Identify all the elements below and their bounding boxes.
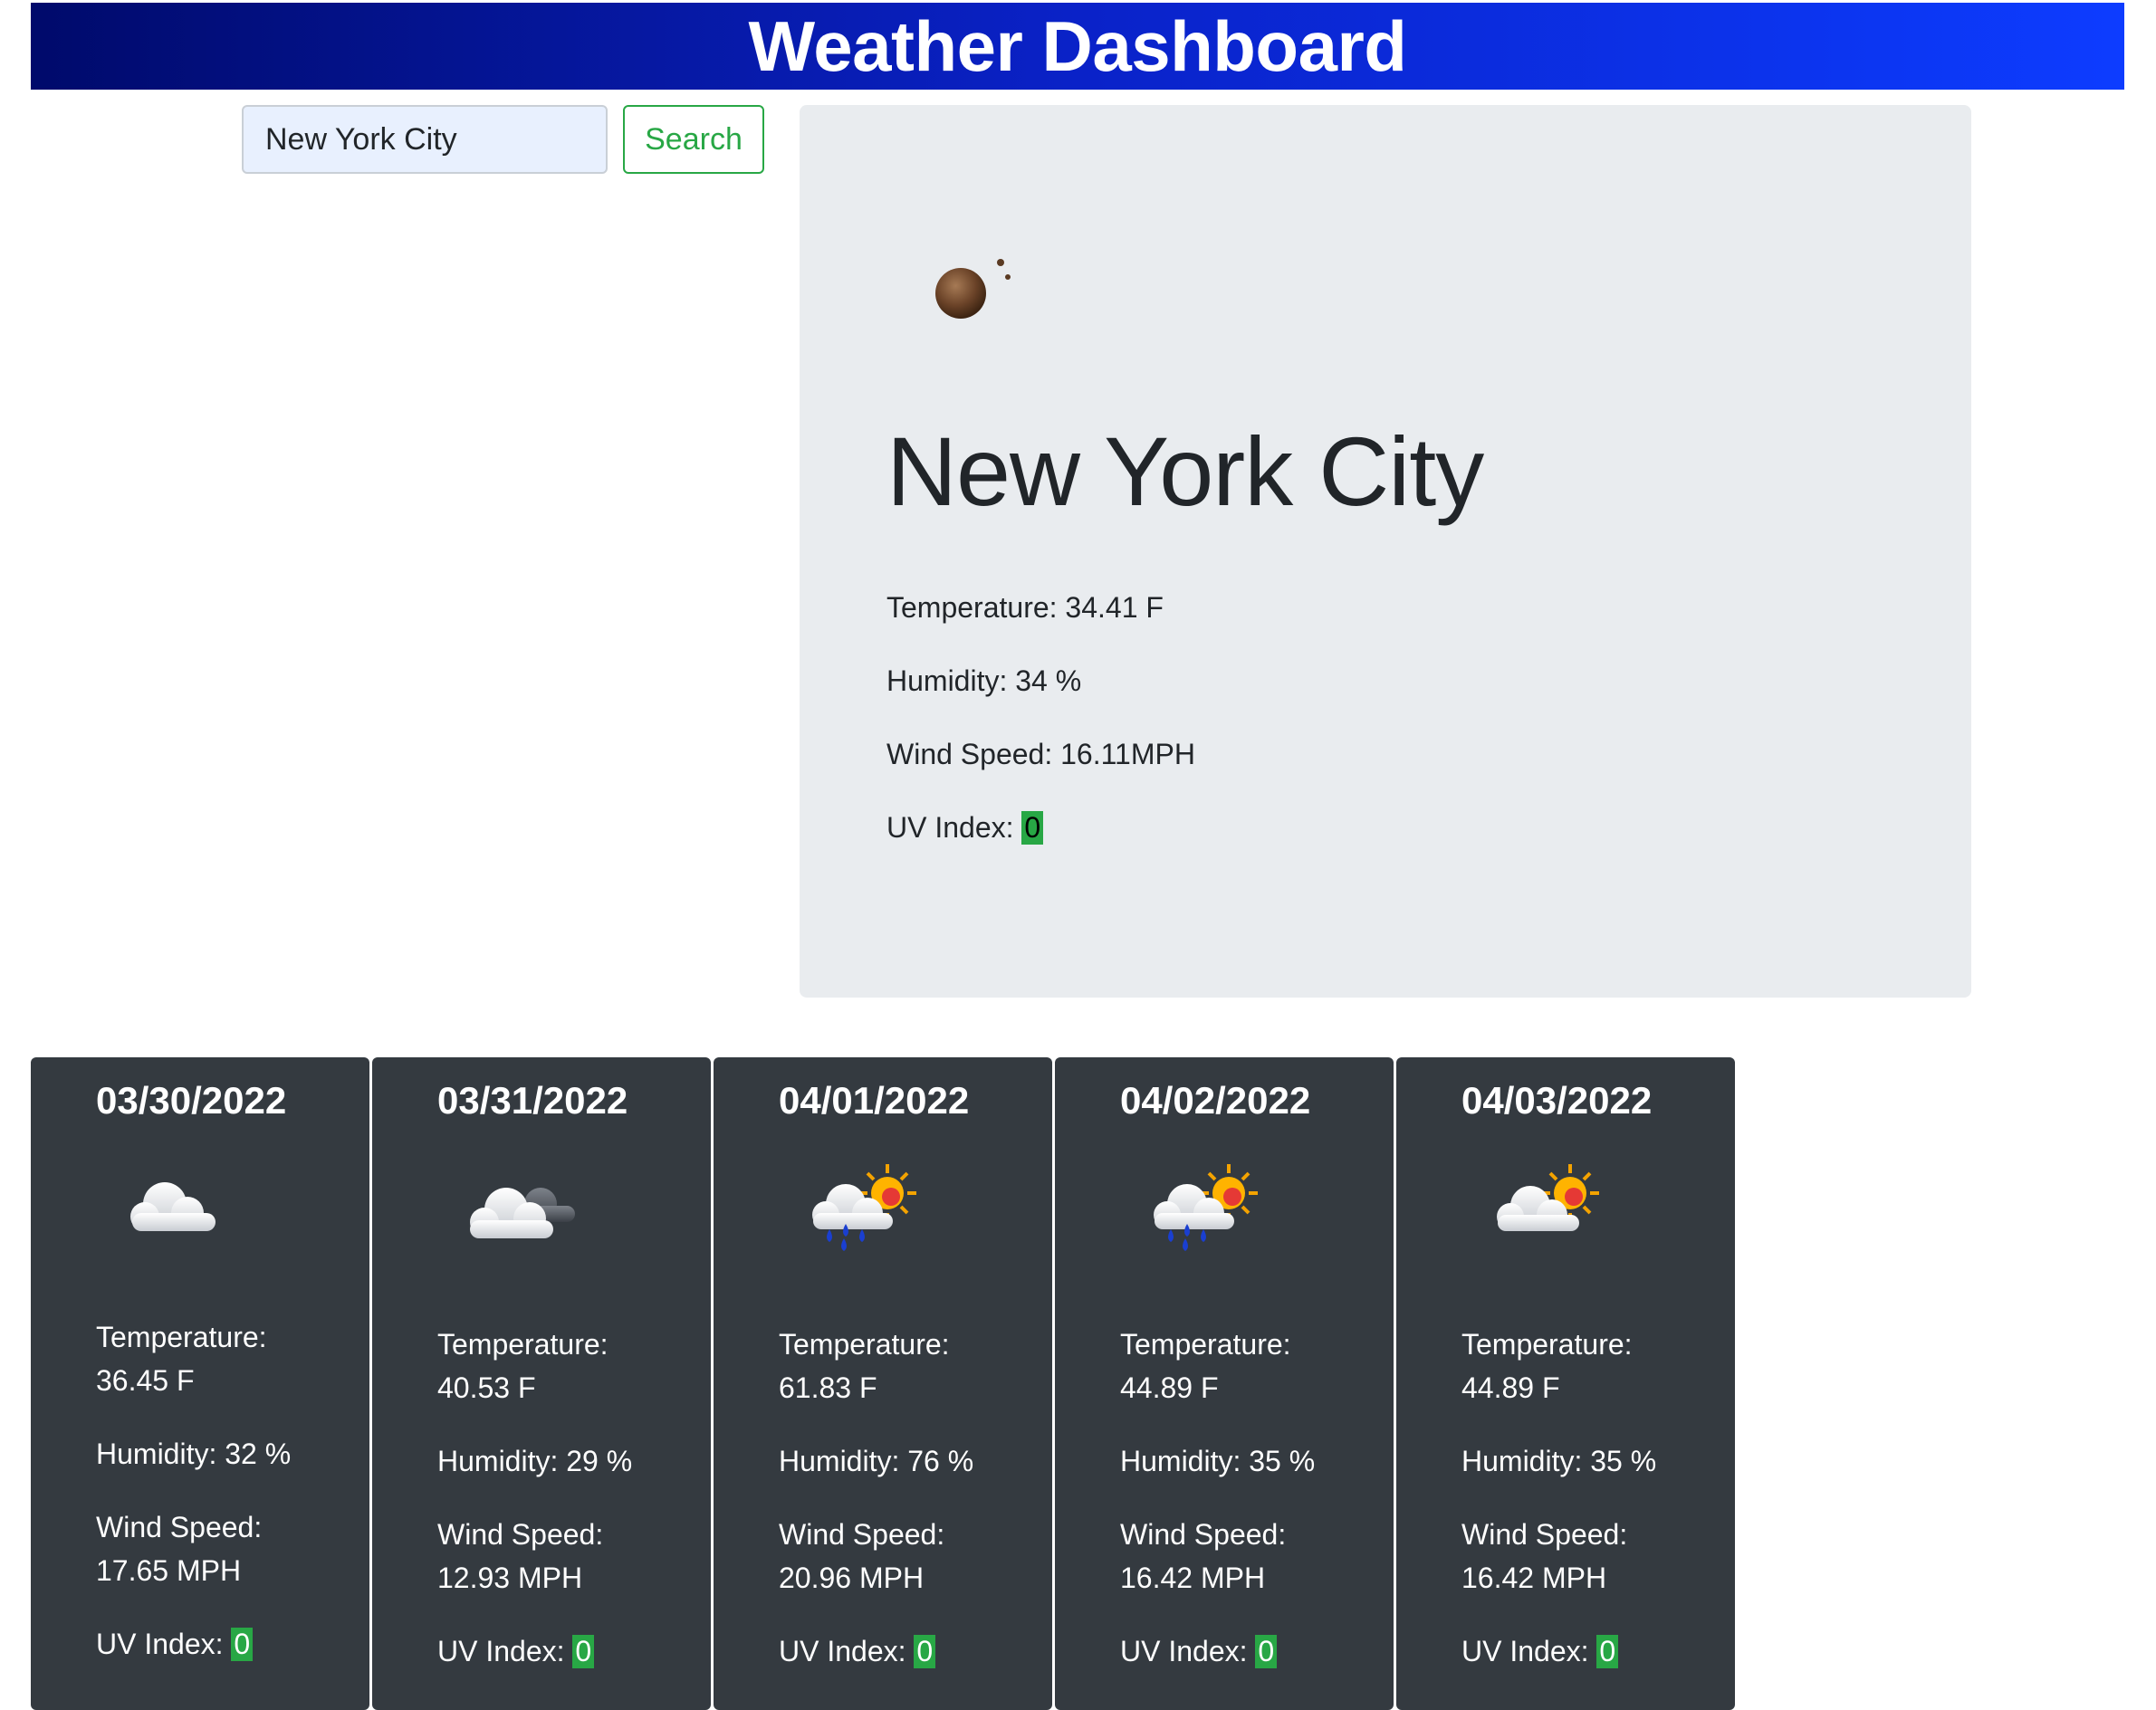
rain-sun-icon bbox=[812, 1164, 916, 1251]
forecast-date: 04/02/2022 bbox=[1120, 1079, 1311, 1122]
forecast-uv-index: UV Index: 0 bbox=[1461, 1629, 1724, 1673]
rain-sun-icon bbox=[1154, 1164, 1258, 1251]
forecast-uv-index: UV Index: 0 bbox=[96, 1622, 359, 1666]
current-temperature: Temperature: 34.41 F bbox=[886, 591, 1164, 624]
forecast-wind-label: Wind Speed: bbox=[96, 1511, 263, 1543]
forecast-temperature-value: 44.89 F bbox=[1461, 1371, 1560, 1404]
forecast-temperature-label: Temperature: bbox=[779, 1328, 950, 1361]
forecast-temperature-label: Temperature: bbox=[437, 1328, 608, 1361]
uv-badge: 0 bbox=[1596, 1635, 1619, 1668]
forecast-humidity: Humidity: 35 % bbox=[1461, 1445, 1657, 1477]
current-weather-panel: New York City Temperature: 34.41 F Humid… bbox=[800, 105, 1971, 998]
forecast-card: 03/30/2022 Temperature: 36.45 F Humidity… bbox=[31, 1057, 369, 1710]
forecast-uv-index: UV Index: 0 bbox=[779, 1629, 1041, 1673]
uv-badge: 0 bbox=[1255, 1635, 1278, 1668]
forecast-wind-value: 16.42 MPH bbox=[1120, 1562, 1266, 1594]
uv-badge: 0 bbox=[572, 1635, 595, 1668]
forecast-temperature-value: 44.89 F bbox=[1120, 1371, 1219, 1404]
forecast-uv-index: UV Index: 0 bbox=[437, 1629, 700, 1673]
forecast-date: 03/31/2022 bbox=[437, 1079, 628, 1122]
forecast-date: 03/30/2022 bbox=[96, 1079, 287, 1122]
uv-badge: 0 bbox=[231, 1628, 254, 1661]
cloud-moon-icon bbox=[470, 1188, 575, 1238]
forecast-temperature-value: 36.45 F bbox=[96, 1364, 195, 1397]
forecast-wind-value: 12.93 MPH bbox=[437, 1562, 583, 1594]
forecast-temperature-label: Temperature: bbox=[1120, 1328, 1291, 1361]
cloud-sun-icon bbox=[1497, 1164, 1599, 1231]
forecast-humidity: Humidity: 32 % bbox=[96, 1438, 292, 1470]
forecast-card: 04/03/2022 Temperature: 44.89 F Humidity… bbox=[1396, 1057, 1735, 1710]
forecast-wind-value: 16.42 MPH bbox=[1461, 1562, 1607, 1594]
uv-label: UV Index: bbox=[1120, 1635, 1256, 1667]
uv-label: UV Index: bbox=[96, 1628, 232, 1660]
header-bar: Weather Dashboard bbox=[31, 3, 2124, 90]
uv-label: UV Index: bbox=[886, 811, 1022, 844]
forecast-temperature-label: Temperature: bbox=[96, 1321, 267, 1353]
forecast-row: 03/30/2022 Temperature: 36.45 F Humidity… bbox=[31, 1057, 1735, 1710]
uv-badge: 0 bbox=[1021, 811, 1044, 845]
forecast-wind-label: Wind Speed: bbox=[1120, 1518, 1287, 1551]
current-uv-index: UV Index: 0 bbox=[886, 811, 1044, 845]
uv-label: UV Index: bbox=[437, 1635, 573, 1667]
forecast-humidity: Humidity: 35 % bbox=[1120, 1445, 1316, 1477]
forecast-date: 04/03/2022 bbox=[1461, 1079, 1653, 1122]
moon-icon bbox=[935, 259, 1011, 319]
forecast-temperature-value: 40.53 F bbox=[437, 1371, 536, 1404]
forecast-wind-label: Wind Speed: bbox=[437, 1518, 604, 1551]
current-wind-speed: Wind Speed: 16.11MPH bbox=[886, 738, 1195, 770]
search-input[interactable] bbox=[242, 105, 608, 174]
forecast-humidity: Humidity: 76 % bbox=[779, 1445, 974, 1477]
forecast-card: 03/31/2022 Temperature: 40.53 F Humidity… bbox=[372, 1057, 711, 1710]
forecast-wind-value: 17.65 MPH bbox=[96, 1554, 242, 1587]
page-title: Weather Dashboard bbox=[748, 5, 1407, 86]
forecast-temperature-label: Temperature: bbox=[1461, 1328, 1633, 1361]
current-humidity: Humidity: 34 % bbox=[886, 664, 1082, 697]
forecast-temperature-value: 61.83 F bbox=[779, 1371, 877, 1404]
uv-label: UV Index: bbox=[1461, 1635, 1597, 1667]
forecast-wind-label: Wind Speed: bbox=[779, 1518, 945, 1551]
forecast-card: 04/01/2022 Temperature: 61.83 F Humidity… bbox=[714, 1057, 1052, 1710]
uv-label: UV Index: bbox=[779, 1635, 915, 1667]
cloud-icon bbox=[130, 1182, 216, 1231]
search-button[interactable]: Search bbox=[623, 105, 764, 174]
forecast-card: 04/02/2022 Temperature: 44.89 F Humidity… bbox=[1055, 1057, 1394, 1710]
page: Weather Dashboard Search New York City T… bbox=[0, 0, 2156, 1710]
city-name: New York City bbox=[886, 416, 1484, 526]
forecast-uv-index: UV Index: 0 bbox=[1120, 1629, 1383, 1673]
uv-badge: 0 bbox=[914, 1635, 936, 1668]
forecast-date: 04/01/2022 bbox=[779, 1079, 970, 1122]
forecast-wind-label: Wind Speed: bbox=[1461, 1518, 1628, 1551]
forecast-humidity: Humidity: 29 % bbox=[437, 1445, 633, 1477]
forecast-wind-value: 20.96 MPH bbox=[779, 1562, 925, 1594]
